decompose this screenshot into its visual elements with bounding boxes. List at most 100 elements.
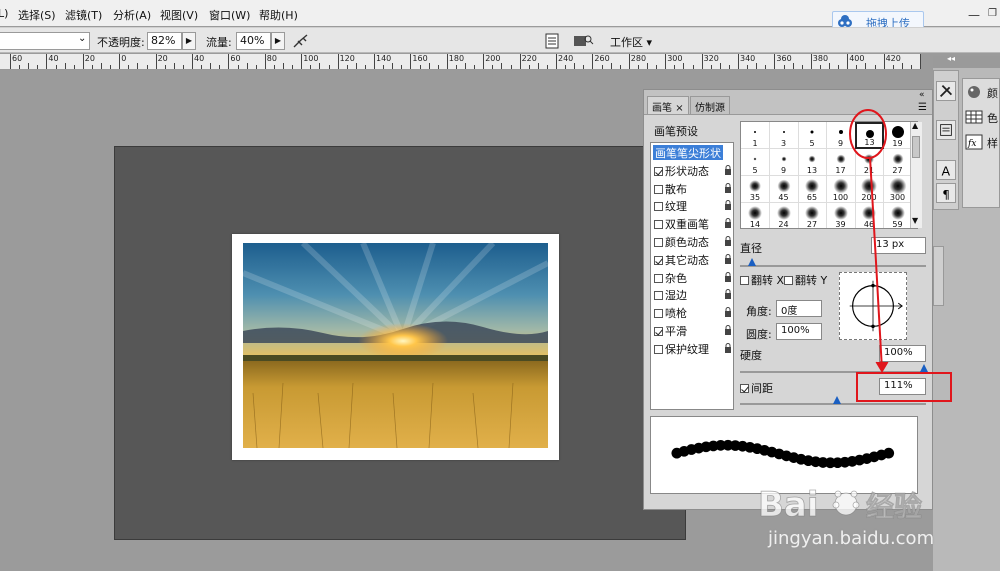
palette-well-icon[interactable] bbox=[543, 32, 561, 50]
character-icon[interactable]: A bbox=[936, 160, 956, 180]
color-icon[interactable] bbox=[965, 84, 983, 100]
collapse-icon[interactable]: « bbox=[919, 90, 925, 100]
brush-tip[interactable]: 9 bbox=[826, 122, 856, 149]
brush-tip[interactable]: 19 bbox=[883, 122, 913, 149]
tab-clone-source[interactable]: 仿制源 bbox=[690, 96, 730, 114]
brush-tip[interactable]: 27 bbox=[798, 203, 827, 228]
lock-icon[interactable] bbox=[724, 236, 732, 246]
workspace-button[interactable]: 工作区 ▾ bbox=[610, 34, 652, 50]
brush-presets-label[interactable]: 画笔预设 bbox=[654, 123, 698, 139]
diameter-slider-thumb[interactable] bbox=[748, 258, 756, 266]
expand-icon[interactable]: ◂◂ bbox=[947, 54, 955, 63]
brush-tip[interactable]: 5 bbox=[798, 122, 827, 149]
hardness-input[interactable]: 100% bbox=[879, 345, 926, 362]
brush-tip[interactable]: 59 bbox=[884, 203, 913, 228]
brush-tip[interactable]: 27 bbox=[883, 149, 913, 176]
minimize-icon[interactable]: — bbox=[968, 8, 980, 22]
option-checkbox[interactable] bbox=[654, 166, 663, 176]
opacity-input[interactable]: 82% bbox=[147, 32, 182, 50]
lock-icon[interactable] bbox=[724, 342, 732, 353]
option-checkbox[interactable] bbox=[654, 202, 663, 212]
brush-tip[interactable]: 14 bbox=[741, 203, 770, 228]
brush-tip[interactable]: 45 bbox=[769, 176, 799, 203]
close-icon[interactable]: × bbox=[675, 103, 683, 114]
tools-icon[interactable] bbox=[936, 81, 956, 101]
paragraph-icon[interactable]: ¶ bbox=[936, 183, 956, 203]
opacity-arrow-button[interactable]: ▶ bbox=[182, 32, 196, 50]
lock-icon[interactable] bbox=[724, 164, 732, 175]
brush-option-item[interactable]: 湿边 bbox=[654, 287, 731, 302]
lock-icon[interactable] bbox=[724, 253, 732, 264]
flip-x-option[interactable]: 翻转 X bbox=[740, 272, 784, 288]
mode-select[interactable] bbox=[0, 32, 90, 50]
brush-option-item[interactable]: 平滑 bbox=[654, 323, 731, 338]
roundness-input[interactable]: 100% bbox=[776, 323, 822, 340]
flow-input[interactable]: 40% bbox=[236, 32, 271, 50]
swatches-icon[interactable] bbox=[965, 109, 983, 125]
brush-tip[interactable]: 13 bbox=[798, 149, 827, 176]
menu-item-layer[interactable]: L) bbox=[0, 7, 8, 20]
hardness-slider-track[interactable] bbox=[740, 371, 926, 373]
brush-option-item[interactable]: 纹理 bbox=[654, 198, 731, 213]
brush-option-item[interactable]: 画笔笔尖形状 bbox=[653, 145, 723, 160]
lock-icon[interactable] bbox=[724, 200, 732, 211]
brush-tip[interactable]: 35 bbox=[741, 176, 770, 203]
angle-input[interactable]: 0度 bbox=[776, 300, 822, 317]
brush-tip[interactable]: 9 bbox=[769, 149, 799, 176]
spacing-checkbox[interactable] bbox=[740, 384, 749, 393]
brush-tip[interactable]: 13 bbox=[855, 122, 884, 149]
diameter-input[interactable]: 13 px bbox=[871, 237, 926, 254]
dock-label-swatches[interactable]: 色 bbox=[987, 110, 998, 126]
spacing-slider-thumb[interactable] bbox=[833, 396, 841, 404]
spacing-option[interactable]: 间距 bbox=[740, 380, 773, 396]
screen-mode-icon[interactable] bbox=[572, 32, 594, 50]
brush-tip[interactable]: 46 bbox=[855, 203, 884, 228]
dock-label-color[interactable]: 颜 bbox=[987, 85, 998, 101]
flow-arrow-button[interactable]: ▶ bbox=[271, 32, 285, 50]
styles-icon[interactable]: fx bbox=[965, 134, 983, 150]
tip-grid-scrollbar[interactable]: ▲ ▼ bbox=[910, 121, 922, 228]
menu-item-view[interactable]: 视图(V) bbox=[160, 7, 198, 23]
option-checkbox[interactable] bbox=[654, 255, 663, 265]
lock-icon[interactable] bbox=[724, 218, 732, 229]
brush-tip[interactable]: 100 bbox=[826, 176, 856, 203]
option-checkbox[interactable] bbox=[654, 184, 663, 194]
brush-tip[interactable]: 24 bbox=[770, 203, 799, 228]
angle-roundness-preview[interactable] bbox=[839, 272, 907, 340]
option-checkbox[interactable] bbox=[654, 327, 663, 336]
menu-item-select[interactable]: 选择(S) bbox=[18, 7, 56, 23]
brush-option-item[interactable]: 形状动态 bbox=[654, 163, 731, 178]
brush-tip[interactable]: 21 bbox=[855, 149, 884, 176]
dock-label-styles[interactable]: 样 bbox=[987, 135, 998, 151]
flip-y-checkbox[interactable] bbox=[784, 276, 793, 285]
hardness-slider-thumb[interactable] bbox=[920, 364, 928, 372]
option-checkbox[interactable] bbox=[654, 273, 663, 283]
brush-option-item[interactable]: 颜色动态 bbox=[654, 234, 731, 249]
layers-icon[interactable] bbox=[936, 120, 956, 140]
option-checkbox[interactable] bbox=[654, 291, 663, 301]
menu-item-window[interactable]: 窗口(W) bbox=[209, 7, 250, 23]
brush-option-item[interactable]: 双重画笔 bbox=[654, 216, 731, 231]
brush-tip[interactable]: 5 bbox=[741, 149, 770, 176]
lock-icon[interactable] bbox=[724, 271, 732, 282]
brush-option-item[interactable]: 杂色 bbox=[654, 270, 731, 285]
menu-item-analysis[interactable]: 分析(A) bbox=[113, 7, 151, 23]
collapsed-panel-edge[interactable] bbox=[933, 246, 944, 306]
option-checkbox[interactable] bbox=[654, 344, 663, 354]
brush-tip[interactable]: 200 bbox=[855, 176, 884, 203]
lock-icon[interactable] bbox=[724, 307, 732, 318]
menu-item-filter[interactable]: 滤镜(T) bbox=[65, 7, 102, 23]
brush-tip[interactable]: 300 bbox=[883, 176, 913, 203]
brush-tip[interactable]: 1 bbox=[741, 122, 770, 149]
flip-y-option[interactable]: 翻转 Y bbox=[784, 272, 827, 288]
lock-icon[interactable] bbox=[724, 289, 732, 300]
brush-option-item[interactable]: 散布 bbox=[654, 181, 731, 196]
panel-menu-icon[interactable]: ☰ bbox=[918, 102, 927, 113]
restore-icon[interactable]: ❐ bbox=[988, 8, 997, 19]
lock-icon[interactable] bbox=[724, 325, 732, 335]
flip-x-checkbox[interactable] bbox=[740, 276, 749, 285]
brush-option-item[interactable]: 其它动态 bbox=[654, 252, 731, 267]
menu-item-help[interactable]: 帮助(H) bbox=[259, 7, 298, 23]
brush-option-item[interactable]: 喷枪 bbox=[654, 305, 731, 320]
diameter-slider-track[interactable] bbox=[740, 265, 926, 267]
